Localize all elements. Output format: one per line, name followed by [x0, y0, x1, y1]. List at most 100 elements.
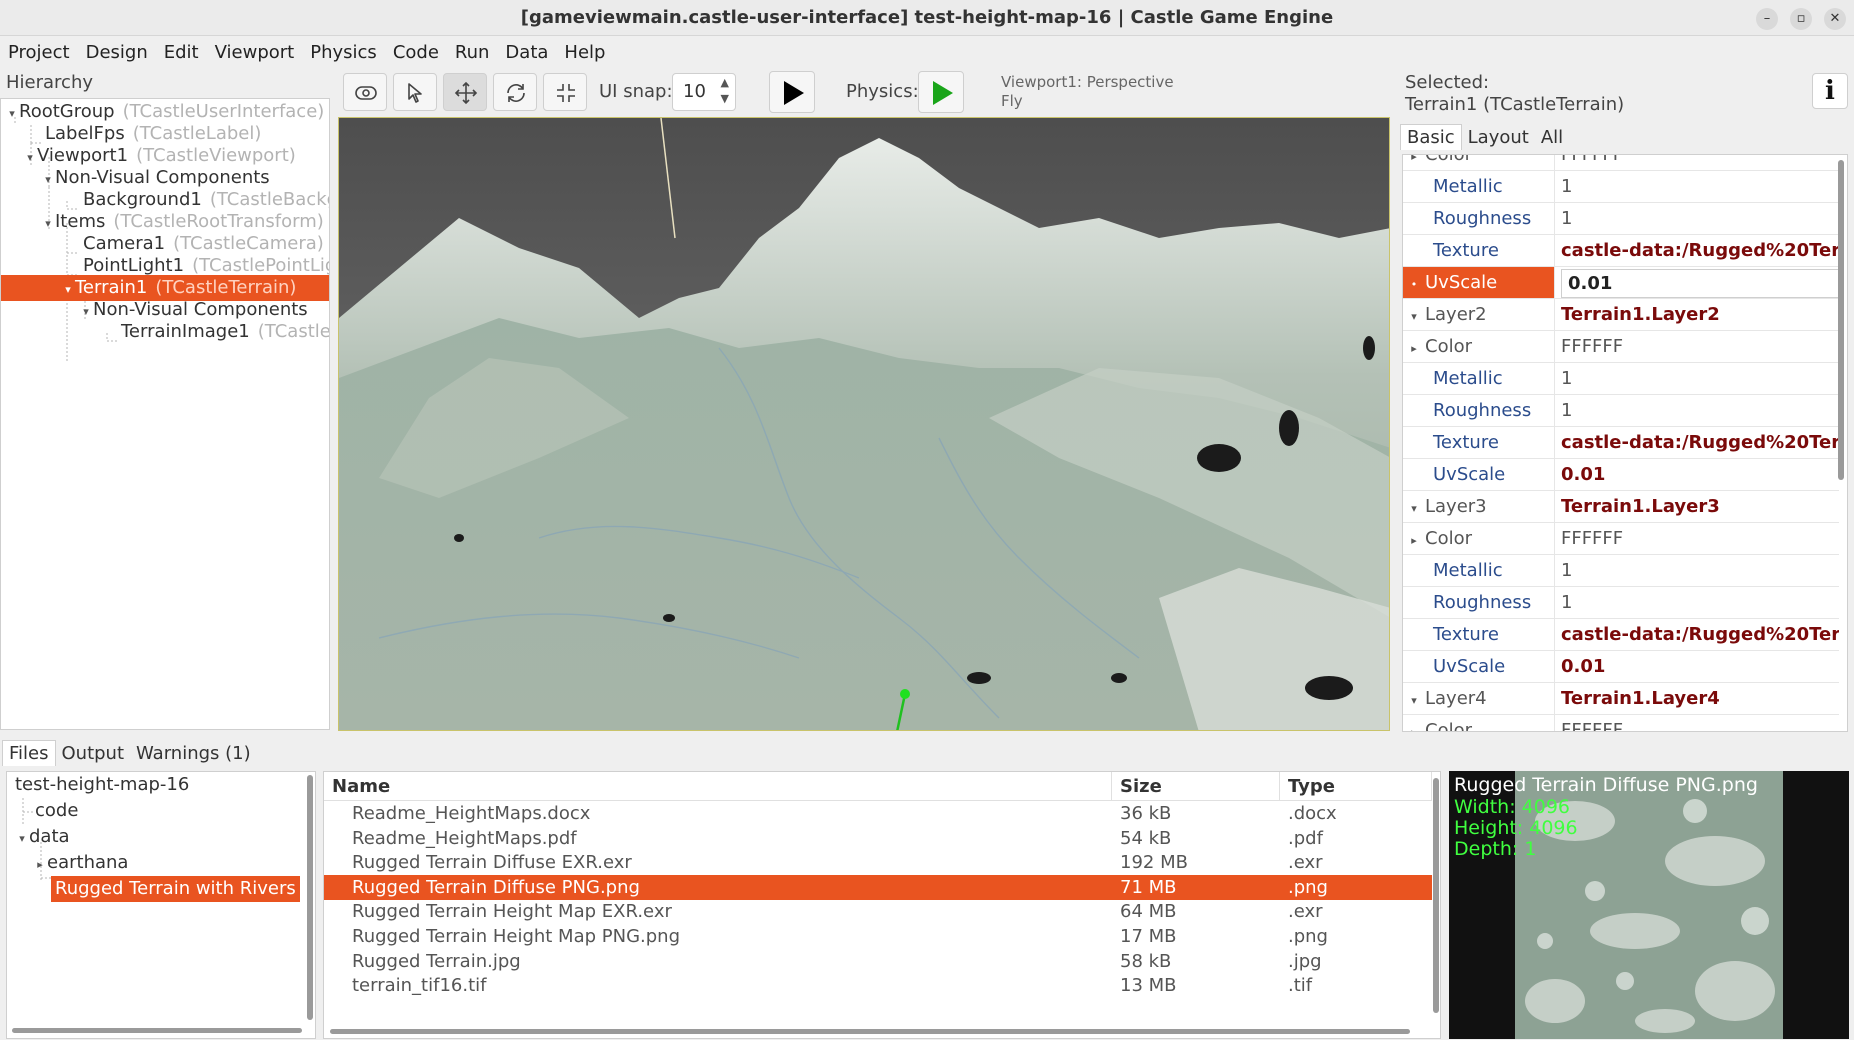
expander-icon[interactable]: ▸ [1403, 333, 1425, 362]
file-name: terrain_tif16.tif [352, 975, 487, 997]
file-row[interactable]: Rugged Terrain.jpg 58 kB .jpg [324, 949, 1432, 974]
menu-help[interactable]: Help [556, 36, 613, 70]
collapse-triangle-icon[interactable]: ▾ [15, 826, 29, 852]
property-row-color[interactable]: ▸Color FFFFFF [1403, 154, 1839, 171]
spin-up-icon[interactable]: ▲ [721, 76, 729, 90]
property-row-roughness[interactable]: Roughness 1 [1403, 203, 1839, 235]
scale-mode-button[interactable] [543, 73, 587, 111]
spin-down-icon[interactable]: ▼ [721, 92, 729, 106]
physics-play-button[interactable] [918, 71, 964, 113]
expander-icon[interactable]: ▸ [1403, 717, 1425, 731]
property-row-texture[interactable]: Texture castle-data:/Rugged%20Terrain [1403, 427, 1839, 459]
property-row-roughness[interactable]: Roughness 1 [1403, 395, 1839, 427]
property-value: Terrain1.Layer2 [1561, 304, 1720, 325]
interact-mode-button[interactable] [343, 73, 387, 111]
property-row-texture[interactable]: Texture castle-data:/Rugged%20Terrain [1403, 619, 1839, 651]
property-row-texture[interactable]: Texture castle-data:/Rugged%20Terrain [1403, 235, 1839, 267]
file-name: Rugged Terrain Height Map PNG.png [352, 926, 681, 947]
property-row-uvscale[interactable]: • UvScale 0.01 [1403, 267, 1839, 299]
column-header-type[interactable]: Type [1280, 772, 1432, 801]
3d-viewport[interactable] [338, 117, 1390, 731]
expander-icon[interactable]: ▸ [1403, 155, 1425, 170]
column-header-size[interactable]: Size [1112, 772, 1280, 801]
tab-all[interactable]: All [1535, 125, 1569, 150]
property-value: Terrain1.Layer4 [1561, 688, 1720, 709]
property-row-color[interactable]: ▸Color FFFFFF [1403, 715, 1839, 731]
property-value: castle-data:/Rugged%20Terrain [1561, 240, 1839, 261]
expand-triangle-icon[interactable]: ▸ [33, 852, 47, 878]
folder-item-earthana[interactable]: ▸ earthana [33, 850, 128, 876]
tab-basic[interactable]: Basic [1400, 124, 1462, 150]
expander-icon[interactable]: ▾ [1403, 493, 1425, 522]
menu-physics[interactable]: Physics [302, 36, 385, 70]
column-header-name[interactable]: Name [324, 772, 1112, 801]
tab-layout[interactable]: Layout [1462, 125, 1535, 150]
file-name: Readme_HeightMaps.docx [352, 803, 591, 824]
close-button[interactable]: ✕ [1824, 8, 1846, 30]
property-name: Roughness [1403, 203, 1555, 234]
property-row-layer3[interactable]: ▾ Layer3 Terrain1.Layer3 [1403, 491, 1839, 523]
expander-icon[interactable]: ▾ [1403, 685, 1425, 714]
folder-item-code[interactable]: code [35, 798, 78, 824]
property-row-color[interactable]: ▸Color FFFFFF [1403, 523, 1839, 555]
file-row[interactable]: Rugged Terrain Diffuse PNG.png 71 MB .png [324, 874, 1432, 900]
file-list-scrollbar[interactable] [1433, 778, 1439, 1013]
folder-item-project-root[interactable]: test-height-map-16 [15, 772, 189, 798]
file-row[interactable]: Rugged Terrain Height Map PNG.png 17 MB .p… [324, 924, 1432, 949]
property-row-metallic[interactable]: Metallic 1 [1403, 363, 1839, 395]
menu-edit[interactable]: Edit [156, 36, 207, 70]
property-row-metallic[interactable]: Metallic 1 [1403, 171, 1839, 203]
file-row[interactable]: Rugged Terrain Diffuse EXR.exr 192 MB .exr [324, 850, 1432, 875]
property-row-color[interactable]: ▸Color FFFFFF [1403, 331, 1839, 363]
menu-data[interactable]: Data [497, 36, 556, 70]
file-row[interactable]: terrain_tif16.tif 13 MB .tif [324, 973, 1432, 998]
file-row[interactable]: Readme_HeightMaps.pdf 54 kB .pdf [324, 826, 1432, 851]
hierarchy-tree[interactable]: ▾ RootGroup (TCastleUserInterface) LabelFp… [0, 98, 330, 730]
folder-tree-hscrollbar[interactable] [12, 1028, 302, 1033]
select-mode-button[interactable] [393, 73, 437, 111]
file-row[interactable]: Readme_HeightMaps.docx 36 kB .docx [324, 801, 1432, 826]
file-list[interactable]: Name Size Type Readme_HeightMaps.docx 36 … [323, 771, 1441, 1039]
menu-viewport[interactable]: Viewport [207, 36, 303, 70]
folder-item-rugged-terrain[interactable]: Rugged Terrain with Rivers [51, 876, 300, 902]
folder-item-data[interactable]: ▾ data [15, 824, 69, 852]
property-value-input[interactable]: 0.01 [1561, 269, 1839, 298]
file-type: .jpg [1288, 950, 1322, 972]
folder-tree[interactable]: test-height-map-16 code ▾ data ▸ earthana … [6, 771, 316, 1039]
property-label: Metallic [1433, 176, 1503, 197]
property-row-layer4[interactable]: ▾ Layer4 Terrain1.Layer4 [1403, 683, 1839, 715]
property-row-roughness[interactable]: Roughness 1 [1403, 587, 1839, 619]
property-label: UvScale [1433, 656, 1506, 677]
file-list-hscrollbar[interactable] [330, 1029, 1410, 1034]
property-row-uvscale[interactable]: UvScale 0.01 [1403, 651, 1839, 683]
tab-output[interactable]: Output [56, 741, 131, 766]
property-row-layer2[interactable]: ▾ Layer2 Terrain1.Layer2 [1403, 299, 1839, 331]
menu-project[interactable]: Project [0, 36, 78, 70]
viewport-navigation: Fly [1001, 92, 1023, 110]
move-arrows-icon [454, 81, 478, 105]
menu-run[interactable]: Run [447, 36, 498, 70]
maximize-button[interactable]: ▫ [1790, 8, 1812, 30]
expander-icon[interactable]: ▾ [1403, 301, 1425, 330]
property-value: FFFFFF [1561, 154, 1624, 165]
tab-warnings[interactable]: Warnings (1) [130, 741, 257, 766]
ui-snap-spinner[interactable]: 10 ▲ ▼ [672, 73, 736, 111]
file-row[interactable]: Rugged Terrain Height Map EXR.exr 64 MB .e… [324, 899, 1432, 924]
folder-tree-scrollbar[interactable] [307, 775, 313, 1020]
property-label: Roughness [1433, 400, 1532, 421]
info-button[interactable]: i [1812, 73, 1848, 109]
inspector-scrollbar[interactable] [1838, 160, 1844, 480]
expander-icon[interactable]: • [1403, 269, 1425, 298]
property-row-uvscale[interactable]: UvScale 0.01 [1403, 459, 1839, 491]
menu-design[interactable]: Design [78, 36, 156, 70]
rotate-mode-button[interactable] [493, 73, 537, 111]
expander-icon[interactable]: ▸ [1403, 525, 1425, 554]
tab-files[interactable]: Files [2, 740, 56, 766]
translate-mode-button[interactable] [443, 73, 487, 111]
play-button[interactable] [769, 71, 815, 113]
property-row-metallic[interactable]: Metallic 1 [1403, 555, 1839, 587]
minimize-button[interactable]: – [1756, 8, 1778, 30]
tree-item-terrainimage1[interactable]: TerrainImage1(TCastleTerrainImage) [1, 319, 329, 345]
property-inspector[interactable]: ▸ Color FFFFFF Metallic 1 Roughness 1 Texture ca… [1402, 154, 1848, 732]
menu-code[interactable]: Code [385, 36, 447, 70]
